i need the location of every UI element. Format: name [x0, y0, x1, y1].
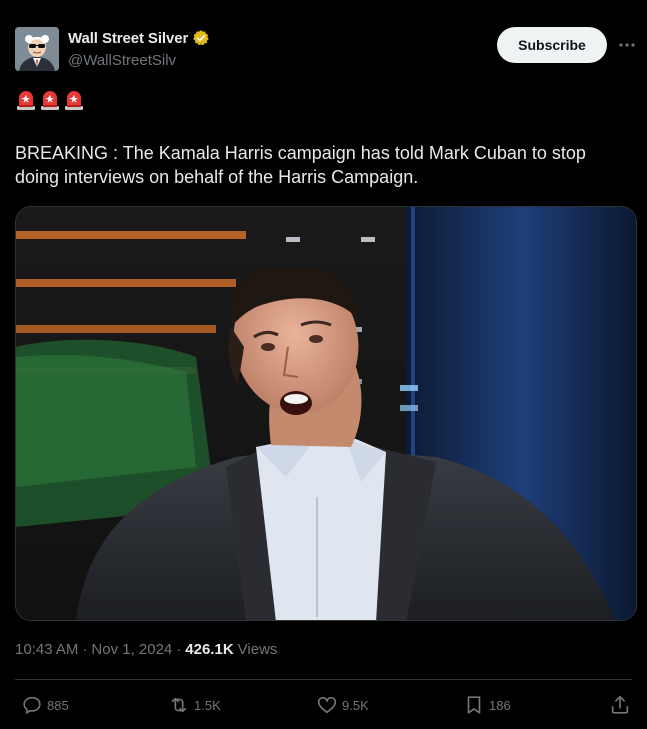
meta-separator: · [176, 641, 182, 658]
bookmark-icon [467, 696, 481, 714]
avatar-cartoon-icon [15, 27, 59, 71]
author-handle[interactable]: @WallStreetSilv [68, 52, 176, 69]
author-display-name[interactable]: Wall Street Silver [68, 30, 188, 47]
police-siren-icon [41, 91, 59, 110]
emoji-row [15, 89, 85, 111]
repost-count: 1.5K [194, 697, 221, 713]
tweet-meta: 10:43 AM · Nov 1, 2024 · 426.1K Views [15, 641, 277, 658]
author-avatar[interactable] [15, 27, 59, 71]
bookmark-button[interactable]: 186 [463, 694, 511, 716]
more-options-button[interactable] [617, 35, 637, 55]
share-icon [611, 695, 629, 714]
photo-image [16, 207, 636, 620]
subscribe-button[interactable]: Subscribe [497, 27, 607, 63]
action-bar: 885 1.5K 9.5K 186 [15, 694, 632, 718]
police-siren-icon [17, 91, 35, 110]
police-siren-icon [65, 91, 83, 110]
tweet-date[interactable]: Nov 1, 2024 [91, 641, 172, 658]
heart-icon [317, 696, 337, 714]
tweet-time[interactable]: 10:43 AM [15, 641, 78, 658]
divider [15, 679, 632, 680]
like-count: 9.5K [342, 697, 369, 713]
share-button[interactable] [609, 694, 631, 716]
bookmark-count: 186 [489, 697, 511, 713]
views-label: Views [237, 641, 278, 658]
tweet-media-image[interactable] [15, 206, 637, 621]
tweet-text: BREAKING : The Kamala Harris campaign ha… [15, 143, 586, 187]
tweet-header: Wall Street Silver @WallStreetSilv Subsc… [15, 27, 635, 71]
repost-button[interactable]: 1.5K [168, 694, 221, 716]
like-button[interactable]: 9.5K [316, 694, 369, 716]
reply-count: 885 [47, 697, 69, 713]
author-name-row[interactable]: Wall Street Silver [68, 29, 210, 47]
more-horizontal-icon [619, 43, 635, 47]
meta-separator: · [82, 641, 88, 658]
reply-icon [23, 696, 41, 715]
repost-icon [171, 697, 187, 713]
views-count[interactable]: 426.1K [185, 641, 233, 658]
verified-badge-icon[interactable] [192, 29, 210, 47]
reply-button[interactable]: 885 [21, 694, 69, 716]
